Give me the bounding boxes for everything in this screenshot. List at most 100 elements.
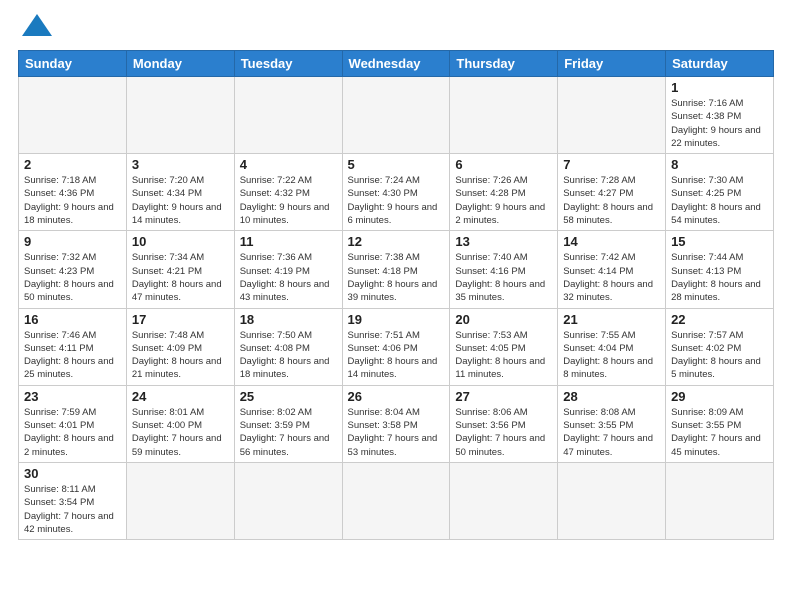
day-number: 23 — [24, 389, 121, 404]
calendar-cell — [234, 77, 342, 154]
calendar-cell — [234, 462, 342, 539]
day-number: 13 — [455, 234, 552, 249]
day-info: Sunrise: 7:26 AM Sunset: 4:28 PM Dayligh… — [455, 174, 552, 227]
day-number: 21 — [563, 312, 660, 327]
calendar-cell: 16 Sunrise: 7:46 AM Sunset: 4:11 PM Dayli… — [19, 308, 127, 385]
day-info: Sunrise: 7:28 AM Sunset: 4:27 PM Dayligh… — [563, 174, 660, 227]
calendar-cell: 19Sunrise: 7:51 AM Sunset: 4:06 PM Dayli… — [342, 308, 450, 385]
day-number: 2 — [24, 157, 121, 172]
weekday-wednesday: Wednesday — [342, 51, 450, 77]
day-number: 29 — [671, 389, 768, 404]
day-info: Sunrise: 7:50 AM Sunset: 4:08 PM Dayligh… — [240, 329, 337, 382]
day-info: Sunrise: 7:59 AM Sunset: 4:01 PM Dayligh… — [24, 406, 121, 459]
calendar-cell: 9Sunrise: 7:32 AM Sunset: 4:23 PM Daylig… — [19, 231, 127, 308]
calendar-cell: 2 Sunrise: 7:18 AM Sunset: 4:36 PM Daylig… — [19, 154, 127, 231]
day-number: 25 — [240, 389, 337, 404]
day-info: Sunrise: 7:34 AM Sunset: 4:21 PM Dayligh… — [132, 251, 229, 304]
day-info: Sunrise: 7:24 AM Sunset: 4:30 PM Dayligh… — [348, 174, 445, 227]
calendar-cell: 30Sunrise: 8:11 AM Sunset: 3:54 PM Dayli… — [19, 462, 127, 539]
calendar-cell — [126, 462, 234, 539]
day-number: 7 — [563, 157, 660, 172]
day-info: Sunrise: 7:44 AM Sunset: 4:13 PM Dayligh… — [671, 251, 768, 304]
calendar-cell: 10Sunrise: 7:34 AM Sunset: 4:21 PM Dayli… — [126, 231, 234, 308]
day-number: 8 — [671, 157, 768, 172]
day-number: 14 — [563, 234, 660, 249]
day-info: Sunrise: 7:40 AM Sunset: 4:16 PM Dayligh… — [455, 251, 552, 304]
logo — [18, 18, 52, 40]
calendar-cell: 5 Sunrise: 7:24 AM Sunset: 4:30 PM Daylig… — [342, 154, 450, 231]
calendar-cell: 3Sunrise: 7:20 AM Sunset: 4:34 PM Daylig… — [126, 154, 234, 231]
calendar-week-5: 30Sunrise: 8:11 AM Sunset: 3:54 PM Dayli… — [19, 462, 774, 539]
calendar-cell: 1 Sunrise: 7:16 AM Sunset: 4:38 PM Daylig… — [666, 77, 774, 154]
day-info: Sunrise: 8:04 AM Sunset: 3:58 PM Dayligh… — [348, 406, 445, 459]
calendar-cell — [450, 77, 558, 154]
calendar-cell: 20Sunrise: 7:53 AM Sunset: 4:05 PM Dayli… — [450, 308, 558, 385]
calendar-week-1: 2 Sunrise: 7:18 AM Sunset: 4:36 PM Daylig… — [19, 154, 774, 231]
calendar-cell: 25Sunrise: 8:02 AM Sunset: 3:59 PM Dayli… — [234, 385, 342, 462]
day-number: 16 — [24, 312, 121, 327]
calendar-cell — [450, 462, 558, 539]
calendar-cell: 13 Sunrise: 7:40 AM Sunset: 4:16 PM Dayli… — [450, 231, 558, 308]
header — [18, 18, 774, 40]
calendar-cell: 26Sunrise: 8:04 AM Sunset: 3:58 PM Dayli… — [342, 385, 450, 462]
calendar-cell — [126, 77, 234, 154]
calendar-cell — [666, 462, 774, 539]
day-info: Sunrise: 7:46 AM Sunset: 4:11 PM Dayligh… — [24, 329, 121, 382]
calendar-cell: 17 Sunrise: 7:48 AM Sunset: 4:09 PM Dayli… — [126, 308, 234, 385]
day-number: 1 — [671, 80, 768, 95]
day-info: Sunrise: 7:16 AM Sunset: 4:38 PM Dayligh… — [671, 97, 768, 150]
calendar-cell — [19, 77, 127, 154]
weekday-monday: Monday — [126, 51, 234, 77]
day-number: 6 — [455, 157, 552, 172]
weekday-header-row: SundayMondayTuesdayWednesdayThursdayFrid… — [19, 51, 774, 77]
calendar-week-0: 1 Sunrise: 7:16 AM Sunset: 4:38 PM Daylig… — [19, 77, 774, 154]
day-info: Sunrise: 7:55 AM Sunset: 4:04 PM Dayligh… — [563, 329, 660, 382]
weekday-friday: Friday — [558, 51, 666, 77]
day-number: 17 — [132, 312, 229, 327]
calendar-cell: 8 Sunrise: 7:30 AM Sunset: 4:25 PM Daylig… — [666, 154, 774, 231]
day-number: 4 — [240, 157, 337, 172]
calendar-cell — [558, 462, 666, 539]
calendar: SundayMondayTuesdayWednesdayThursdayFrid… — [18, 50, 774, 540]
day-number: 28 — [563, 389, 660, 404]
day-info: Sunrise: 7:30 AM Sunset: 4:25 PM Dayligh… — [671, 174, 768, 227]
day-info: Sunrise: 7:38 AM Sunset: 4:18 PM Dayligh… — [348, 251, 445, 304]
calendar-cell: 11Sunrise: 7:36 AM Sunset: 4:19 PM Dayli… — [234, 231, 342, 308]
day-number: 27 — [455, 389, 552, 404]
calendar-week-2: 9Sunrise: 7:32 AM Sunset: 4:23 PM Daylig… — [19, 231, 774, 308]
calendar-cell: 22Sunrise: 7:57 AM Sunset: 4:02 PM Dayli… — [666, 308, 774, 385]
calendar-cell — [342, 462, 450, 539]
day-number: 12 — [348, 234, 445, 249]
day-info: Sunrise: 7:18 AM Sunset: 4:36 PM Dayligh… — [24, 174, 121, 227]
weekday-tuesday: Tuesday — [234, 51, 342, 77]
day-number: 19 — [348, 312, 445, 327]
weekday-saturday: Saturday — [666, 51, 774, 77]
day-number: 22 — [671, 312, 768, 327]
calendar-cell: 12 Sunrise: 7:38 AM Sunset: 4:18 PM Dayli… — [342, 231, 450, 308]
day-info: Sunrise: 7:42 AM Sunset: 4:14 PM Dayligh… — [563, 251, 660, 304]
calendar-cell: 24Sunrise: 8:01 AM Sunset: 4:00 PM Dayli… — [126, 385, 234, 462]
day-info: Sunrise: 7:48 AM Sunset: 4:09 PM Dayligh… — [132, 329, 229, 382]
calendar-cell: 21 Sunrise: 7:55 AM Sunset: 4:04 PM Dayli… — [558, 308, 666, 385]
day-number: 5 — [348, 157, 445, 172]
day-number: 18 — [240, 312, 337, 327]
day-info: Sunrise: 8:11 AM Sunset: 3:54 PM Dayligh… — [24, 483, 121, 536]
weekday-thursday: Thursday — [450, 51, 558, 77]
day-info: Sunrise: 8:08 AM Sunset: 3:55 PM Dayligh… — [563, 406, 660, 459]
calendar-cell: 27 Sunrise: 8:06 AM Sunset: 3:56 PM Dayli… — [450, 385, 558, 462]
day-number: 9 — [24, 234, 121, 249]
calendar-cell: 14 Sunrise: 7:42 AM Sunset: 4:14 PM Dayli… — [558, 231, 666, 308]
day-number: 24 — [132, 389, 229, 404]
day-info: Sunrise: 7:22 AM Sunset: 4:32 PM Dayligh… — [240, 174, 337, 227]
day-info: Sunrise: 8:06 AM Sunset: 3:56 PM Dayligh… — [455, 406, 552, 459]
day-number: 3 — [132, 157, 229, 172]
calendar-week-4: 23 Sunrise: 7:59 AM Sunset: 4:01 PM Dayli… — [19, 385, 774, 462]
calendar-cell: 29 Sunrise: 8:09 AM Sunset: 3:55 PM Dayli… — [666, 385, 774, 462]
calendar-cell: 7 Sunrise: 7:28 AM Sunset: 4:27 PM Daylig… — [558, 154, 666, 231]
page: SundayMondayTuesdayWednesdayThursdayFrid… — [0, 0, 792, 550]
calendar-cell: 18 Sunrise: 7:50 AM Sunset: 4:08 PM Dayli… — [234, 308, 342, 385]
day-info: Sunrise: 8:09 AM Sunset: 3:55 PM Dayligh… — [671, 406, 768, 459]
calendar-cell: 28 Sunrise: 8:08 AM Sunset: 3:55 PM Dayli… — [558, 385, 666, 462]
weekday-sunday: Sunday — [19, 51, 127, 77]
day-number: 11 — [240, 234, 337, 249]
